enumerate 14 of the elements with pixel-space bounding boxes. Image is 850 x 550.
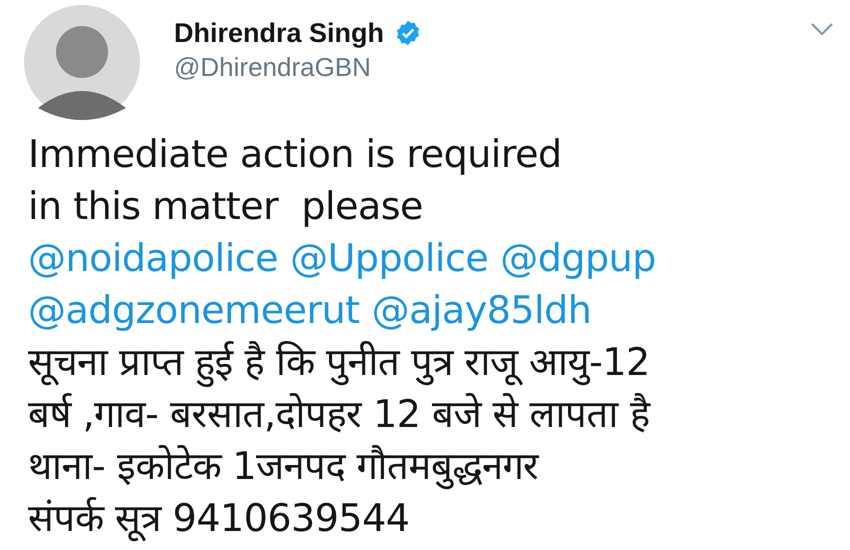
tweet-text-line: बर्ष ,गाव- बरसात,दोपहर 12 बजे से लापता है	[28, 391, 652, 438]
mention-link[interactable]: @adgzonemeerut	[28, 284, 360, 336]
mention-link[interactable]: @Uppolice	[290, 232, 488, 284]
chevron-down-icon[interactable]	[810, 22, 834, 36]
tweet-text-line: थाना- इकोटेक 1जनपद गौतमबुद्धनगर	[28, 443, 540, 492]
mention-link[interactable]: @dgpup	[500, 232, 656, 284]
mention-link[interactable]: @noidapolice	[28, 232, 278, 284]
author-name[interactable]: Dhirendra Singh	[174, 16, 384, 50]
mention-link[interactable]: @ajay85ldh	[372, 284, 592, 336]
tweet-text-line: संपर्क सूत्र 9410639544	[28, 495, 410, 544]
author-handle[interactable]: @DhirendraGBN	[174, 50, 422, 84]
tweet-text-line: सूचना प्राप्त हुई है कि पुनीत पुत्र राजू आयु-12	[28, 336, 850, 388]
tweet-text-line: Immediate action is required	[28, 131, 563, 178]
tweet-text-line: in this matter please	[28, 183, 424, 230]
